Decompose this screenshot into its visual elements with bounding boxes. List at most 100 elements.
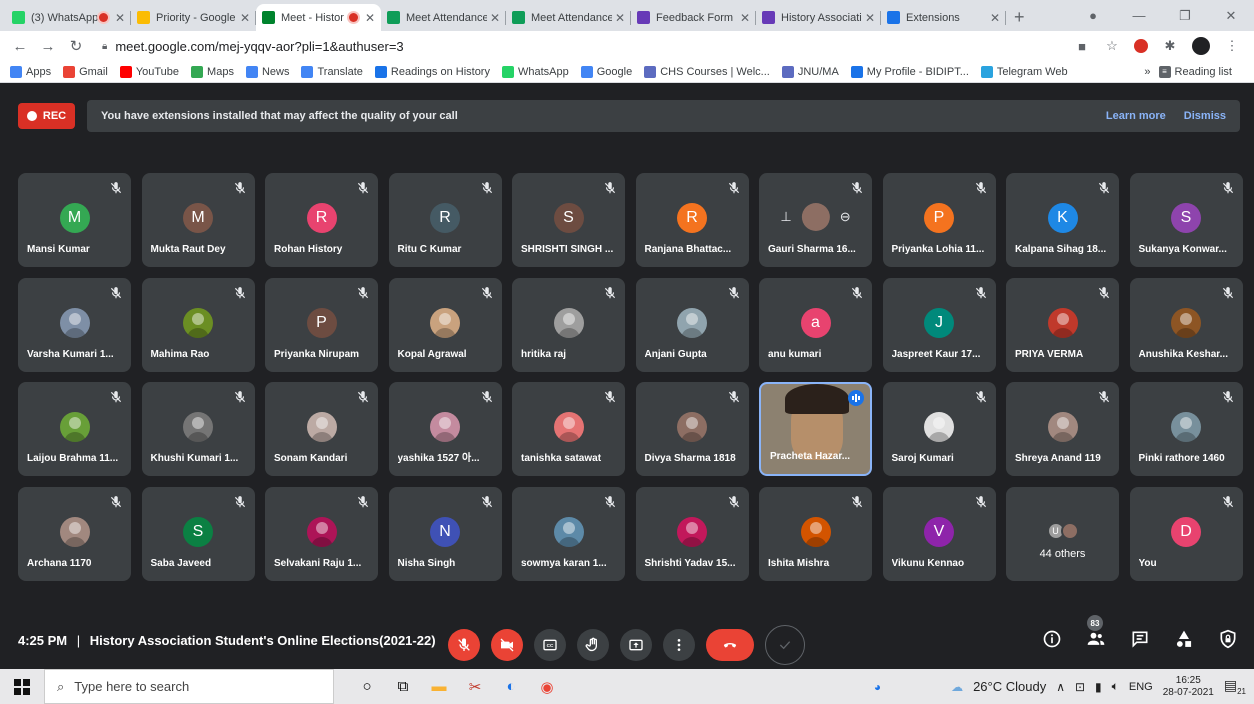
start-button[interactable] bbox=[0, 669, 44, 704]
volume-icon[interactable]: 🔈︎ bbox=[1112, 679, 1119, 694]
bookmark-item[interactable]: WhatsApp bbox=[501, 65, 569, 78]
participant-tile[interactable]: Laijou Brahma 11... bbox=[18, 382, 131, 476]
bookmark-item[interactable]: Maps bbox=[191, 65, 234, 78]
camera-indicator-icon[interactable]: ■ bbox=[1074, 38, 1090, 54]
participant-tile[interactable]: R Ranjana Bhattac... bbox=[635, 173, 749, 267]
present-button[interactable] bbox=[620, 629, 652, 661]
close-tab-icon[interactable]: ✕ bbox=[990, 11, 1000, 25]
dismiss-button[interactable]: Dismiss bbox=[1184, 110, 1226, 122]
notifications-icon[interactable]: ▤21 bbox=[1224, 677, 1246, 696]
participant-tile[interactable]: J Jaspreet Kaur 17... bbox=[882, 277, 996, 372]
bookmark-item[interactable]: YouTube bbox=[119, 65, 179, 78]
participant-tile[interactable]: V Vikunu Kennao bbox=[882, 486, 996, 581]
bookmark-item[interactable]: Apps bbox=[10, 65, 51, 78]
meeting-details-button[interactable] bbox=[1040, 627, 1064, 651]
participant-tile[interactable]: sowmya karan 1... bbox=[512, 486, 625, 581]
participant-tile[interactable]: Kopal Agrawal bbox=[388, 277, 502, 372]
bookmark-item[interactable]: Telegram Web bbox=[980, 65, 1068, 78]
participant-tile[interactable]: Selvakani Raju 1... bbox=[265, 486, 378, 581]
more-options-button[interactable] bbox=[663, 629, 695, 661]
participant-tile[interactable]: Archana 1170 bbox=[18, 486, 131, 581]
participant-tile[interactable]: D You bbox=[1129, 486, 1243, 581]
bookmark-item[interactable]: Gmail bbox=[63, 65, 108, 78]
reading-list-button[interactable]: ≡ Reading list bbox=[1158, 65, 1232, 78]
participant-tile[interactable]: S SHRISHTI SINGH ... bbox=[512, 173, 625, 267]
close-tab-icon[interactable]: ✕ bbox=[365, 11, 375, 25]
bookmark-item[interactable]: JNU/MA bbox=[781, 65, 839, 78]
new-tab-icon[interactable]: + bbox=[1014, 4, 1025, 31]
close-tab-icon[interactable]: ✕ bbox=[490, 11, 500, 25]
microphone-toggle[interactable] bbox=[448, 629, 480, 661]
participant-tile[interactable]: Anushika Keshar... bbox=[1129, 277, 1243, 372]
participant-tile[interactable]: Sonam Kandari bbox=[265, 382, 378, 476]
back-icon[interactable]: ← bbox=[8, 34, 32, 58]
participant-tile[interactable]: S Sukanya Konwar... bbox=[1129, 173, 1243, 267]
participant-tile[interactable]: Saroj Kumari bbox=[882, 382, 996, 476]
weather-text[interactable]: 26°C Cloudy bbox=[973, 679, 1046, 694]
bookmark-star-icon[interactable]: ☆ bbox=[1104, 38, 1120, 54]
participant-tile[interactable]: yashika 1527 아... bbox=[388, 382, 502, 476]
forward-icon[interactable]: → bbox=[36, 34, 60, 58]
participant-tile[interactable]: R Ritu C Kumar bbox=[388, 173, 502, 267]
participant-tile[interactable]: Varsha Kumari 1... bbox=[18, 277, 131, 372]
close-tab-icon[interactable]: ✕ bbox=[615, 11, 625, 25]
activities-button[interactable] bbox=[1172, 627, 1196, 651]
browser-tab[interactable]: Meet - Histor ✕ bbox=[256, 4, 381, 31]
host-controls-button[interactable] bbox=[1216, 627, 1240, 651]
bookmark-item[interactable]: Readings on History bbox=[374, 65, 490, 78]
participant-tile[interactable]: N Nisha Singh bbox=[388, 486, 502, 581]
raise-hand-button[interactable] bbox=[577, 629, 609, 661]
bookmark-item[interactable]: Translate bbox=[301, 65, 363, 78]
extension-icon[interactable] bbox=[1134, 39, 1148, 53]
leave-call-button[interactable] bbox=[706, 629, 754, 661]
participant-tile[interactable]: K Kalpana Sihag 18... bbox=[1006, 173, 1119, 267]
network-icon[interactable]: ⊡ bbox=[1075, 680, 1085, 694]
snipping-tool-icon[interactable]: ✂ bbox=[464, 676, 486, 698]
chat-button[interactable] bbox=[1128, 627, 1152, 651]
participant-tile[interactable]: Ishita Mishra bbox=[759, 486, 872, 581]
camera-toggle[interactable] bbox=[491, 629, 523, 661]
battery-icon[interactable]: ▮ bbox=[1095, 680, 1102, 694]
participant-tile[interactable]: P Priyanka Lohia 11... bbox=[882, 173, 996, 267]
chrome-profile-icon[interactable]: ● bbox=[1070, 0, 1116, 31]
browser-tab[interactable]: Extensions ✕ bbox=[881, 4, 1006, 31]
bookmark-item[interactable]: CHS Courses | Welc... bbox=[644, 65, 770, 78]
others-tile[interactable]: U 44 others bbox=[1006, 486, 1119, 581]
participant-tile[interactable]: ⊥ ⊖ Gauri Sharma 16... bbox=[759, 173, 872, 267]
participant-tile[interactable]: Pinki rathore 1460 bbox=[1129, 382, 1243, 476]
people-button[interactable]: 83 bbox=[1084, 615, 1108, 651]
close-tab-icon[interactable]: ✕ bbox=[240, 11, 250, 25]
bookmark-item[interactable]: News bbox=[245, 65, 289, 78]
participant-tile[interactable]: Khushi Kumari 1... bbox=[141, 382, 255, 476]
remove-icon[interactable]: ⊖ bbox=[840, 209, 851, 225]
browser-tab[interactable]: History Associatio ✕ bbox=[756, 4, 881, 31]
file-explorer-icon[interactable]: ▬ bbox=[428, 676, 450, 698]
participant-tile[interactable]: M Mansi Kumar bbox=[18, 173, 131, 267]
taskbar-search-box[interactable]: ⌕ Type here to search bbox=[44, 669, 334, 704]
browser-tab[interactable]: Feedback Form : ✕ bbox=[631, 4, 756, 31]
bookmark-item[interactable]: My Profile - BIDIPT... bbox=[850, 65, 969, 78]
address-bar[interactable]: 🔒︎ meet.google.com/mej-yqqv-aor?pli=1&au… bbox=[92, 34, 1074, 58]
pin-icon[interactable]: ⊥ bbox=[780, 209, 791, 225]
participant-tile[interactable]: M Mukta Raut Dey bbox=[141, 173, 255, 267]
cortana-icon[interactable]: ○ bbox=[356, 676, 378, 698]
close-tab-icon[interactable]: ✕ bbox=[115, 11, 125, 25]
participant-tile[interactable]: Mahima Rao bbox=[141, 277, 255, 372]
maximize-icon[interactable]: ❐ bbox=[1162, 0, 1208, 31]
participant-tile[interactable]: Shrishti Yadav 15... bbox=[635, 486, 749, 581]
bookmark-item[interactable]: Google bbox=[580, 65, 632, 78]
minimize-icon[interactable]: — bbox=[1116, 0, 1162, 31]
reload-icon[interactable]: ↻ bbox=[64, 34, 88, 58]
taskbar-clock[interactable]: 16:25 28-07-2021 bbox=[1163, 675, 1214, 699]
recording-indicator[interactable]: REC bbox=[18, 103, 75, 129]
participant-tile[interactable]: S Saba Javeed bbox=[141, 486, 255, 581]
close-tab-icon[interactable]: ✕ bbox=[740, 11, 750, 25]
more-menu-icon[interactable]: ⋮ bbox=[1224, 38, 1240, 54]
edge-icon[interactable]: ◐ bbox=[500, 676, 522, 698]
participant-tile[interactable]: Anjani Gupta bbox=[635, 277, 749, 372]
browser-tab[interactable]: Meet Attendance ✕ bbox=[381, 4, 506, 31]
captions-button[interactable]: CC bbox=[534, 629, 566, 661]
participant-tile[interactable]: P Priyanka Nirupam bbox=[265, 277, 378, 372]
participant-tile[interactable]: a anu kumari bbox=[759, 277, 872, 372]
browser-tab[interactable]: (3) WhatsApp ✕ bbox=[6, 4, 131, 31]
